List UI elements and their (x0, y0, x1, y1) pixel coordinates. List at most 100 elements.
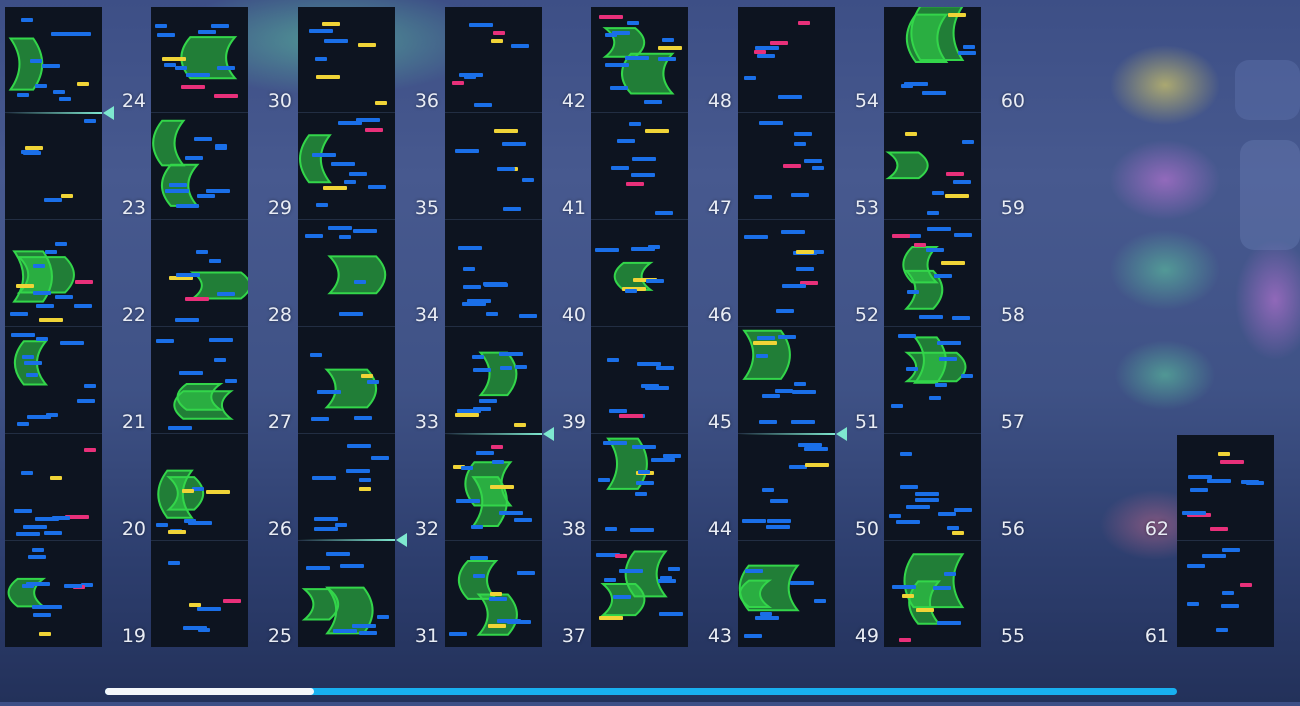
chart-column[interactable] (884, 7, 981, 647)
tap-note (595, 248, 619, 252)
tap-note (225, 379, 237, 383)
hold-note (478, 351, 518, 397)
tap-note (915, 498, 939, 502)
critical-note (361, 374, 373, 378)
playhead-line (738, 433, 835, 435)
chart-column[interactable] (151, 7, 248, 647)
measure-number: 49 (854, 625, 879, 647)
critical-note (16, 284, 34, 288)
tap-note (470, 556, 488, 560)
tap-note (937, 341, 961, 345)
chart-column[interactable] (298, 7, 395, 647)
measure-line (445, 326, 542, 327)
chart-column[interactable] (738, 7, 835, 647)
measure-number: 34 (414, 304, 439, 326)
tap-note (889, 514, 901, 518)
tap-note (469, 23, 493, 27)
tap-note (354, 416, 372, 420)
progress-bar-fill (105, 688, 315, 695)
hold-notes (885, 7, 967, 625)
tap-note (55, 295, 73, 299)
tap-note (952, 316, 970, 320)
measure-line (445, 540, 542, 541)
tap-note (462, 302, 486, 306)
measure-number: 47 (707, 197, 732, 219)
tap-note (907, 290, 919, 294)
flick-note (452, 81, 464, 85)
tap-note (611, 166, 629, 170)
measure-number: 50 (854, 518, 879, 540)
tap-note (156, 523, 168, 527)
tap-note (915, 492, 939, 496)
chart-column[interactable] (591, 7, 688, 647)
tap-note (609, 409, 627, 413)
tap-note (1202, 554, 1226, 558)
hold-note (600, 583, 646, 617)
chart-column[interactable] (1177, 435, 1274, 647)
tap-note (185, 156, 203, 160)
critical-note (61, 194, 73, 198)
tap-note (635, 492, 647, 496)
tap-note (651, 458, 675, 462)
tap-note (175, 318, 199, 322)
flick-note (798, 21, 810, 25)
flick-note (365, 128, 383, 132)
tap-note (927, 227, 951, 231)
playhead-line (445, 433, 542, 435)
tap-note (209, 338, 233, 342)
tap-note (934, 274, 952, 278)
chart-column[interactable] (5, 7, 102, 647)
measure-number: 29 (267, 197, 292, 219)
tap-note (900, 452, 912, 456)
measure-line (884, 219, 981, 220)
measure-line (738, 540, 835, 541)
critical-note (599, 616, 623, 620)
tap-note (901, 84, 913, 88)
tap-note (798, 443, 822, 447)
tap-note (794, 142, 806, 146)
playhead-marker-icon[interactable] (396, 533, 407, 547)
tap-note (215, 146, 227, 150)
critical-note (805, 463, 829, 467)
tap-note (169, 183, 187, 187)
measure-number: 56 (1000, 518, 1025, 540)
tap-note (217, 66, 235, 70)
tap-note (662, 38, 674, 42)
measure-number: 57 (1000, 411, 1025, 433)
measure-number: 35 (414, 197, 439, 219)
measure-line (5, 326, 102, 327)
tap-note (26, 373, 38, 377)
critical-note (322, 22, 340, 26)
tap-note (766, 525, 790, 529)
progress-bar[interactable] (105, 688, 1177, 695)
chart-column[interactable] (445, 7, 542, 647)
measure-number: 62 (1144, 518, 1169, 540)
critical-note (941, 261, 965, 265)
tap-note (778, 95, 802, 99)
playhead-marker-icon[interactable] (103, 106, 114, 120)
tap-note (157, 33, 175, 37)
tap-note (617, 139, 635, 143)
tap-note (775, 389, 793, 393)
playhead-line (298, 539, 395, 541)
playhead-marker-icon[interactable] (543, 427, 554, 441)
tap-note (954, 508, 972, 512)
tap-note (900, 485, 918, 489)
critical-note (162, 57, 186, 61)
tap-note (11, 333, 35, 337)
tap-note (755, 46, 779, 50)
tap-note (778, 335, 796, 339)
tap-note (619, 569, 643, 573)
measure-line (445, 219, 542, 220)
measure-line (884, 540, 981, 541)
flick-note (1220, 460, 1244, 464)
critical-note (316, 75, 340, 79)
tap-note (328, 226, 352, 230)
tap-note (610, 86, 628, 90)
tap-note (449, 632, 467, 636)
tap-note (33, 291, 51, 295)
tap-note (309, 29, 333, 33)
measure-line (5, 433, 102, 434)
playhead-marker-icon[interactable] (836, 427, 847, 441)
measure-number: 36 (414, 90, 439, 112)
